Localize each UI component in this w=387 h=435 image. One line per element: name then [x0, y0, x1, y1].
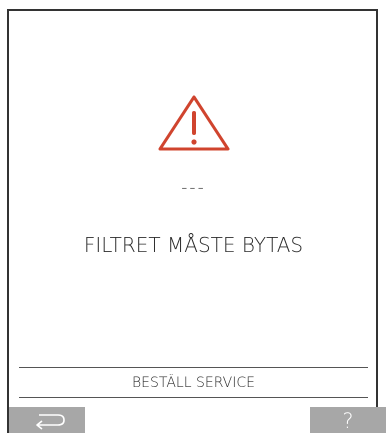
- warning-triangle-icon: [156, 93, 232, 153]
- alarm-message: FILTRET MÅSTE BYTAS: [83, 233, 304, 257]
- status-dashes: ---: [181, 178, 206, 198]
- question-mark-icon: ?: [342, 409, 354, 433]
- display-frame: [7, 9, 378, 433]
- divider-bottom: [19, 397, 368, 398]
- back-button[interactable]: [9, 407, 85, 433]
- divider-top: [19, 367, 368, 368]
- help-button[interactable]: ?: [310, 407, 386, 433]
- order-service-label: BESTÄLL SERVICE: [131, 375, 255, 391]
